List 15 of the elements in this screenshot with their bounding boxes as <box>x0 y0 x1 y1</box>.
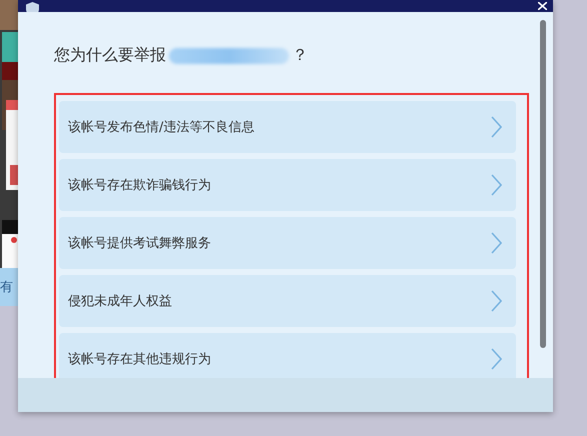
chevron-icon <box>491 290 502 312</box>
chevron-icon <box>491 174 502 196</box>
reason-option[interactable]: 该帐号存在其他违规行为 <box>59 333 516 378</box>
chevron-icon <box>491 116 502 138</box>
question-mark: ？ <box>292 45 308 66</box>
side-text: 有 <box>0 279 13 296</box>
close-icon[interactable] <box>538 2 547 10</box>
chevron-icon <box>491 348 502 370</box>
chevron-icon <box>491 232 502 254</box>
question-text: 您为什么要举报 <box>54 45 166 66</box>
reason-option[interactable]: 该帐号发布色情/违法等不良信息 <box>59 101 516 153</box>
reason-option[interactable]: 侵犯未成年人权益 <box>59 275 516 327</box>
reason-option[interactable]: 该帐号存在欺诈骗钱行为 <box>59 159 516 211</box>
reason-option[interactable]: 该帐号提供考试舞弊服务 <box>59 217 516 269</box>
scrollbar[interactable] <box>540 20 546 348</box>
